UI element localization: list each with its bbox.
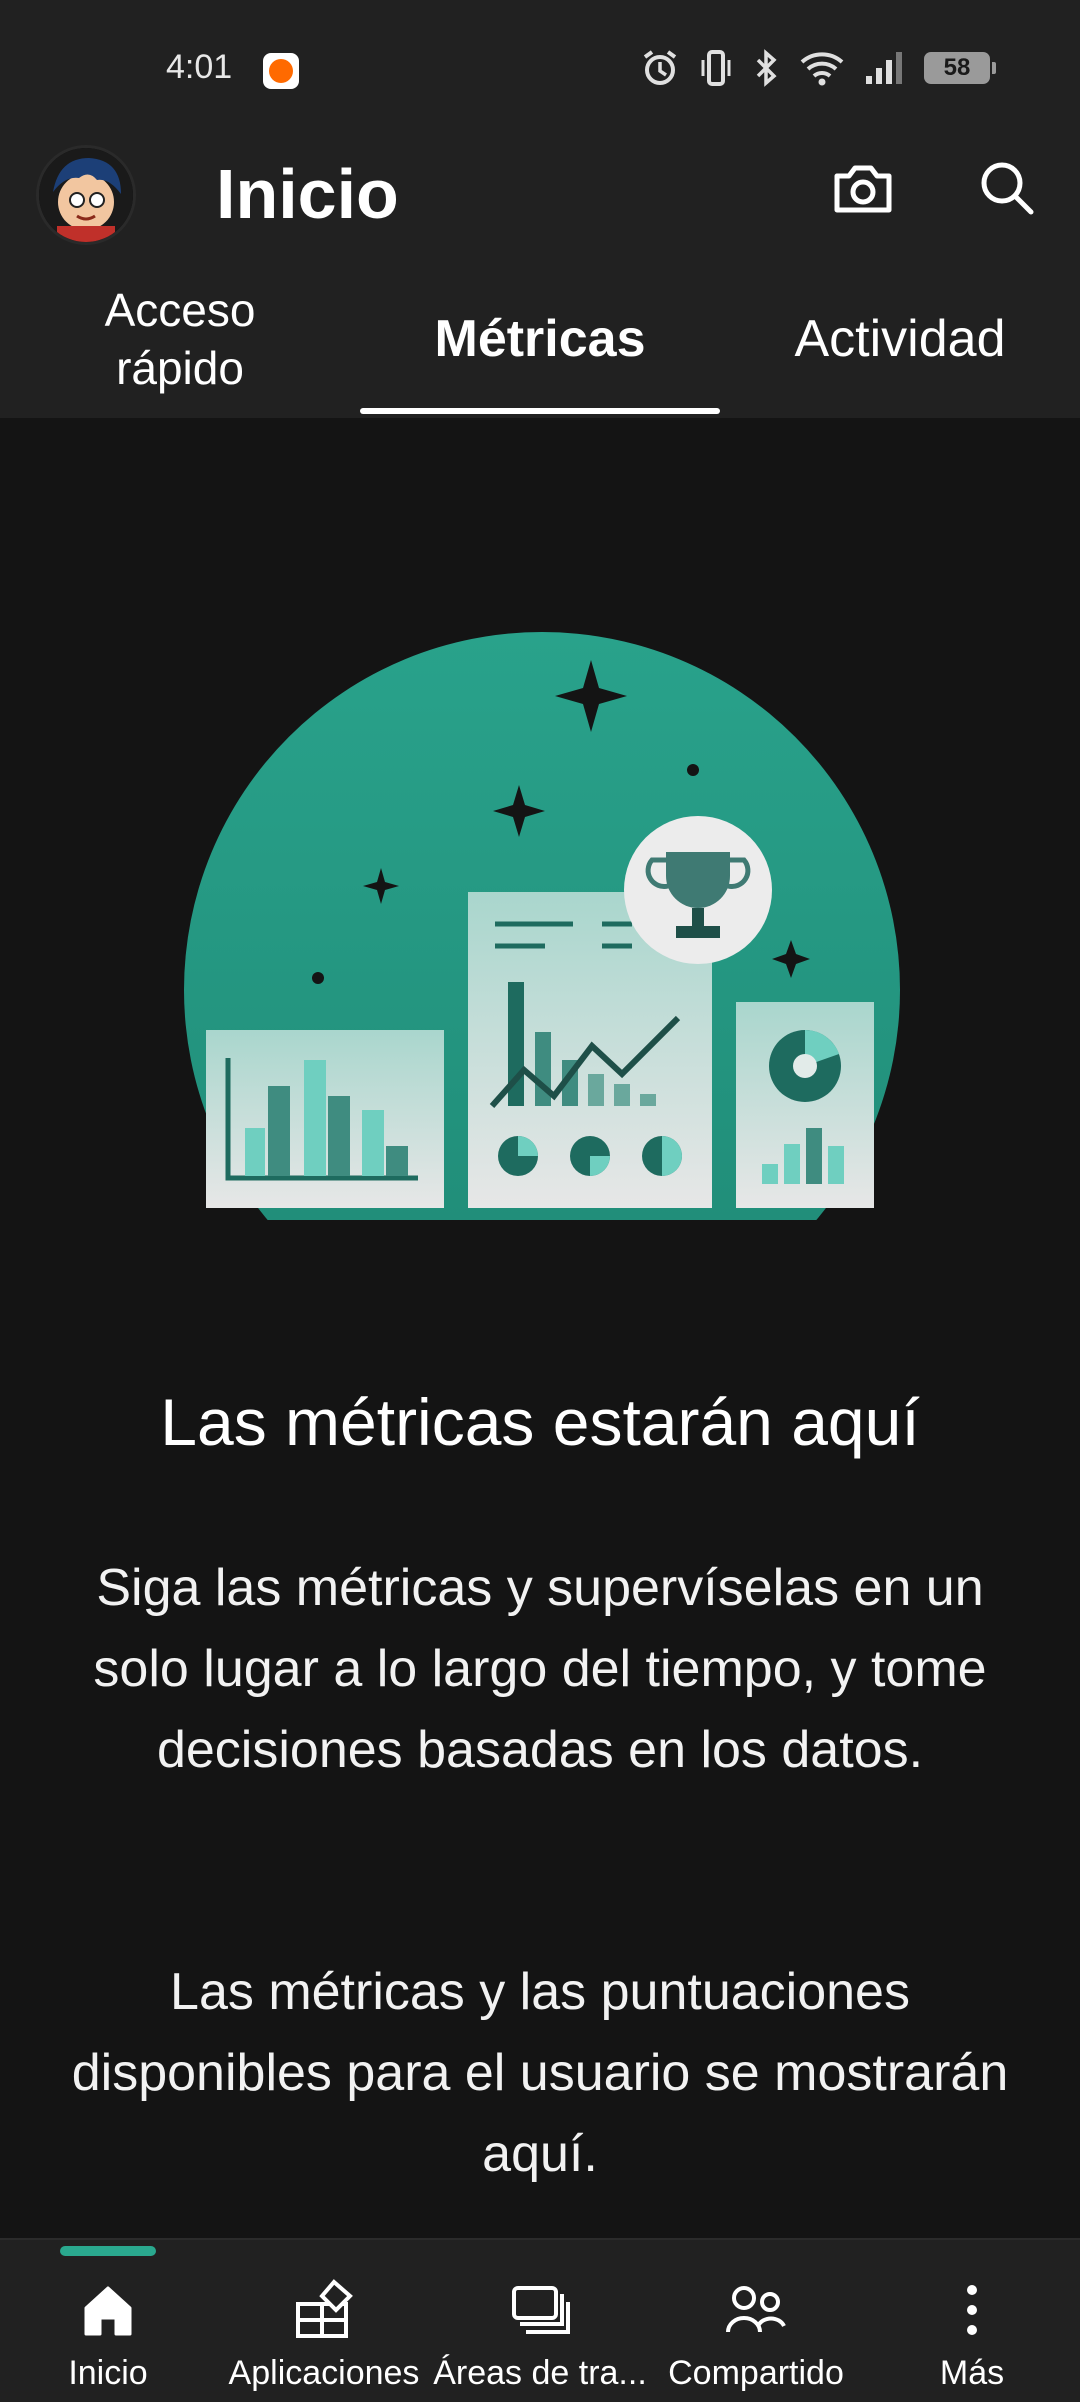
tab-bar: Acceso rápido Métricas Actividad xyxy=(0,260,1080,418)
empty-state-secondary-description: Las métricas y las puntuaciones disponib… xyxy=(71,1963,1009,2183)
metrics-illustration xyxy=(170,620,910,1348)
nav-item-more[interactable]: Más xyxy=(864,2274,1080,2394)
nav-label: Más xyxy=(939,2354,1005,2392)
tab-label: Acceso rápido xyxy=(104,284,256,394)
vibrate-icon xyxy=(698,48,734,88)
status-icons: 58 xyxy=(640,48,996,88)
nav-item-apps[interactable]: Aplicaciones xyxy=(216,2274,432,2394)
empty-state-title: Las métricas estarán aquí xyxy=(160,1385,920,1459)
camera-icon xyxy=(831,160,895,221)
status-time: 4:01 xyxy=(166,48,233,86)
tab-quick-access[interactable]: Acceso rápido xyxy=(0,260,360,418)
wifi-icon xyxy=(798,48,846,88)
tab-activity[interactable]: Actividad xyxy=(720,260,1080,418)
workspaces-icon xyxy=(508,2280,572,2345)
camera-button[interactable] xyxy=(828,155,898,225)
nav-label: Aplicaciones xyxy=(228,2354,420,2392)
home-icon xyxy=(78,2280,138,2345)
tab-metrics[interactable]: Métricas xyxy=(360,260,720,418)
signal-icon xyxy=(864,48,906,88)
nav-item-workspaces[interactable]: Áreas de tra... xyxy=(432,2274,648,2394)
alarm-icon xyxy=(640,48,680,88)
active-tab-indicator xyxy=(360,408,720,414)
status-bar: 4:01 58 xyxy=(0,0,1080,130)
avatar[interactable] xyxy=(36,145,136,245)
bottom-navigation: Inicio Aplicaciones Áreas de tra... Comp… xyxy=(0,2238,1080,2402)
notification-app-icon xyxy=(263,53,299,89)
more-icon xyxy=(962,2280,982,2345)
shared-icon xyxy=(724,2280,788,2345)
app-bar: Inicio xyxy=(0,130,1080,260)
nav-item-shared[interactable]: Compartido xyxy=(648,2274,864,2394)
search-icon xyxy=(977,158,1037,223)
active-nav-indicator xyxy=(60,2246,156,2256)
bluetooth-icon xyxy=(752,48,780,88)
nav-label: Áreas de tra... xyxy=(433,2354,647,2392)
page-title: Inicio xyxy=(216,155,399,233)
tab-label: Actividad xyxy=(794,310,1006,368)
empty-state-description: Siga las métricas y supervíselas en un s… xyxy=(93,1559,987,1779)
nav-item-home[interactable]: Inicio xyxy=(0,2274,216,2394)
search-button[interactable] xyxy=(972,155,1042,225)
battery-icon: 58 xyxy=(924,52,996,84)
apps-icon xyxy=(292,2278,356,2347)
tab-label: Métricas xyxy=(434,310,646,368)
nav-label: Compartido xyxy=(668,2354,844,2392)
nav-label: Inicio xyxy=(68,2354,148,2392)
